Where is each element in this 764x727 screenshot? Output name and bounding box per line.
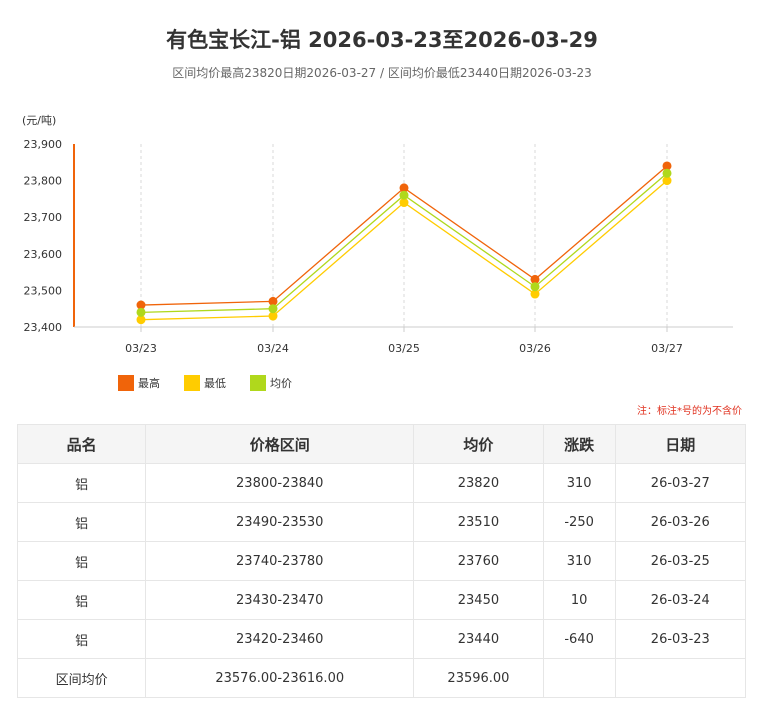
legend-swatch-avg bbox=[250, 375, 266, 391]
y-tick-label: 23,600 bbox=[24, 248, 63, 261]
cell-change: 10 bbox=[542, 580, 616, 620]
table-header-row: 品名 价格区间 均价 涨跌 日期 bbox=[16, 424, 747, 464]
table-summary-row: 区间均价 23576.00-23616.00 23596.00 bbox=[16, 658, 747, 698]
legend-label-high: 最高 bbox=[138, 377, 160, 390]
legend-swatch-high bbox=[118, 375, 134, 391]
y-tick-label: 23,700 bbox=[24, 211, 63, 224]
cell-change: -250 bbox=[542, 502, 616, 542]
table-row: 铝 23420-23460 23440 -640 26-03-23 bbox=[16, 619, 747, 659]
cell-date: 26-03-27 bbox=[614, 463, 747, 503]
y-tick-label: 23,800 bbox=[24, 175, 63, 188]
legend-swatch-low bbox=[184, 375, 200, 391]
page-subtitle: 区间均价最高23820日期2026-03-27 / 区间均价最低23440日期2… bbox=[172, 66, 592, 80]
cell-change: 310 bbox=[542, 541, 616, 581]
col-header-name: 品名 bbox=[16, 424, 147, 464]
chart-legend: 最高 最低 均价 bbox=[118, 375, 292, 391]
x-tick-label: 03/26 bbox=[519, 342, 551, 355]
data-point bbox=[399, 190, 409, 200]
summary-range: 23576.00-23616.00 bbox=[145, 658, 415, 698]
col-header-range: 价格区间 bbox=[145, 424, 415, 464]
cell-name: 铝 bbox=[16, 619, 147, 659]
cell-name: 铝 bbox=[16, 580, 147, 620]
price-note: 注：标注*号的为不含价 bbox=[637, 406, 742, 417]
table-row: 铝 23490-23530 23510 -250 26-03-26 bbox=[16, 502, 747, 542]
cell-change: 310 bbox=[542, 463, 616, 503]
summary-label: 区间均价 bbox=[16, 658, 147, 698]
data-point bbox=[662, 168, 672, 178]
cell-date: 26-03-25 bbox=[614, 541, 747, 581]
data-point bbox=[530, 282, 540, 292]
y-axis-unit: (元/吨) bbox=[22, 114, 56, 127]
cell-date: 26-03-23 bbox=[614, 619, 747, 659]
legend-label-low: 最低 bbox=[204, 377, 226, 390]
data-point bbox=[268, 304, 278, 314]
summary-avg: 23596.00 bbox=[413, 658, 544, 698]
cell-name: 铝 bbox=[16, 502, 147, 542]
cell-avg: 23450 bbox=[413, 580, 544, 620]
x-tick-label: 03/25 bbox=[388, 342, 420, 355]
cell-name: 铝 bbox=[16, 463, 147, 503]
y-tick-label: 23,400 bbox=[24, 321, 63, 334]
x-tick-label: 03/24 bbox=[257, 342, 289, 355]
table-row: 铝 23740-23780 23760 310 26-03-25 bbox=[16, 541, 747, 581]
table-row: 铝 23800-23840 23820 310 26-03-27 bbox=[16, 463, 747, 503]
x-tick-label: 03/27 bbox=[651, 342, 683, 355]
col-header-avg: 均价 bbox=[413, 424, 544, 464]
cell-range: 23430-23470 bbox=[145, 580, 415, 620]
price-line-chart: (元/吨) 23,400 23,500 23,600 23,700 23,800 23,90… bbox=[22, 114, 733, 355]
y-tick-label: 23,500 bbox=[24, 284, 63, 297]
cell-avg: 23760 bbox=[413, 541, 544, 581]
cell-change: -640 bbox=[542, 619, 616, 659]
legend-item-low[interactable]: 最低 bbox=[184, 375, 226, 391]
summary-date bbox=[614, 658, 747, 698]
legend-item-avg[interactable]: 均价 bbox=[250, 375, 292, 391]
cell-name: 铝 bbox=[16, 541, 147, 581]
summary-change bbox=[542, 658, 616, 698]
table-row: 铝 23430-23470 23450 10 26-03-24 bbox=[16, 580, 747, 620]
col-header-date: 日期 bbox=[614, 424, 747, 464]
cell-range: 23800-23840 bbox=[145, 463, 415, 503]
cell-date: 26-03-26 bbox=[614, 502, 747, 542]
cell-range: 23490-23530 bbox=[145, 502, 415, 542]
col-header-change: 涨跌 bbox=[542, 424, 616, 464]
cell-range: 23740-23780 bbox=[145, 541, 415, 581]
cell-avg: 23820 bbox=[413, 463, 544, 503]
legend-label-avg: 均价 bbox=[270, 377, 292, 390]
legend-item-high[interactable]: 最高 bbox=[118, 375, 160, 391]
cell-avg: 23440 bbox=[413, 619, 544, 659]
price-table: 品名 价格区间 均价 涨跌 日期 铝 23800-23840 23820 310… bbox=[16, 424, 747, 698]
cell-range: 23420-23460 bbox=[145, 619, 415, 659]
data-point bbox=[136, 307, 146, 317]
y-tick-label: 23,900 bbox=[24, 138, 63, 151]
cell-avg: 23510 bbox=[413, 502, 544, 542]
x-tick-label: 03/23 bbox=[125, 342, 157, 355]
cell-date: 26-03-24 bbox=[614, 580, 747, 620]
page-title: 有色宝长江-铝 2026-03-23至2026-03-29 bbox=[166, 28, 598, 52]
